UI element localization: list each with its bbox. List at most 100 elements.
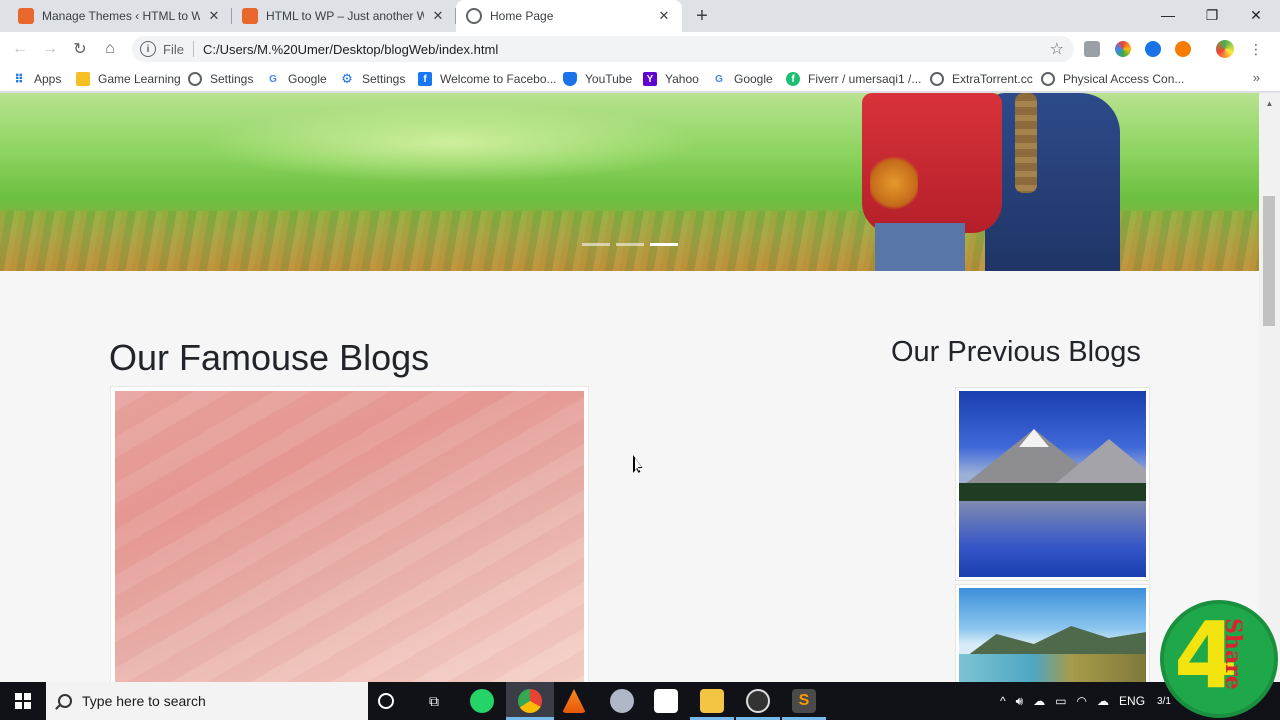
battery-icon[interactable]: ▭	[1055, 694, 1066, 708]
close-tab-icon[interactable]: ✕	[656, 8, 672, 24]
search-placeholder: Type here to search	[82, 693, 206, 709]
windows-logo-icon	[15, 693, 31, 709]
orange-extension-icon[interactable]	[1175, 41, 1191, 57]
system-tray: ^ 🔊︎ ☁ ▭ ◠ ☁ ENG 3/1	[1000, 682, 1171, 720]
browser-toolbar: ← → ↻ ⌂ i File C:/Users/M.%20Umer/Deskto…	[0, 32, 1280, 66]
bookmark-settings-gear[interactable]: ⚙ Settings	[340, 70, 405, 88]
vlc-icon[interactable]	[562, 689, 586, 713]
whatsapp-icon[interactable]	[470, 689, 494, 713]
bookmark-google[interactable]: G Google	[266, 70, 327, 88]
carousel-indicator[interactable]	[582, 243, 610, 246]
tab-strip: Manage Themes ‹ HTML to WP – ✕ HTML to W…	[0, 0, 1280, 32]
bookmark-settings-chrome[interactable]: Settings	[188, 70, 253, 88]
home-icon[interactable]: ⌂	[98, 37, 122, 61]
forward-arrow-icon[interactable]: →	[38, 37, 62, 61]
search-icon	[58, 694, 72, 708]
folder-icon	[76, 72, 90, 86]
page-scrollbar[interactable]: ▲ ▼	[1259, 93, 1280, 682]
carousel-indicator[interactable]	[616, 243, 644, 246]
channel-logo-watermark: 4 Share	[1160, 600, 1278, 718]
obs-icon[interactable]	[746, 689, 770, 713]
page-viewport: Our Famouse Blogs Our Previous Blogs ▲ ▼	[0, 93, 1280, 682]
cortana-icon[interactable]	[378, 693, 394, 709]
cloud-icon[interactable]: ☁	[1033, 694, 1045, 708]
hero-carousel[interactable]	[0, 93, 1259, 271]
carousel-indicator-active[interactable]	[650, 243, 678, 246]
scrollbar-thumb[interactable]	[1263, 196, 1275, 326]
chrome-settings-icon	[188, 72, 202, 86]
speaker-icon[interactable]: 🔊︎	[1016, 694, 1024, 709]
chrome-icon[interactable]	[518, 689, 542, 713]
bookmarks-overflow-button[interactable]: »	[1253, 70, 1260, 85]
blue-extension-icon[interactable]	[1145, 41, 1161, 57]
site-favicon-icon	[18, 8, 34, 24]
cloud-icon[interactable]: ☁	[1097, 694, 1109, 708]
color-extension-icon[interactable]	[1115, 41, 1131, 57]
close-window-button[interactable]: ✕	[1234, 0, 1278, 30]
bookmark-google-2[interactable]: G Google	[712, 70, 773, 88]
close-tab-icon[interactable]: ✕	[206, 8, 222, 24]
language-indicator[interactable]: ENG	[1119, 694, 1145, 708]
bookmark-yahoo[interactable]: Y Yahoo	[643, 70, 699, 88]
previous-blog-card[interactable]	[955, 584, 1150, 682]
bookmark-star-icon[interactable]: ☆	[1050, 39, 1064, 59]
bookmark-apps[interactable]: ⠿ Apps	[12, 70, 61, 88]
yahoo-icon: Y	[643, 72, 657, 86]
bookmark-label: ExtraTorrent.cc	[952, 72, 1033, 86]
fiverr-icon: f	[786, 72, 800, 86]
wifi-icon[interactable]: ◠	[1077, 694, 1087, 708]
carousel-indicators	[582, 243, 678, 246]
scroll-up-icon[interactable]: ▲	[1259, 95, 1280, 111]
google-icon: G	[715, 73, 723, 85]
address-bar[interactable]: i File C:/Users/M.%20Umer/Desktop/blogWe…	[132, 36, 1074, 62]
bookmark-facebook[interactable]: f Welcome to Facebo...	[418, 70, 557, 88]
chevron-up-icon[interactable]: ^	[1000, 694, 1006, 708]
info-icon[interactable]: i	[140, 41, 156, 57]
file-explorer-icon[interactable]	[700, 689, 724, 713]
bookmark-extratorrent[interactable]: ExtraTorrent.cc	[930, 70, 1033, 88]
camera-extension-icon[interactable]	[1084, 41, 1100, 57]
profile-avatar[interactable]	[1216, 40, 1234, 58]
tab-manage-themes[interactable]: Manage Themes ‹ HTML to WP – ✕	[8, 0, 232, 32]
globe-icon	[466, 8, 482, 24]
clock[interactable]: 3/1	[1157, 696, 1171, 707]
restore-button[interactable]: ❐	[1190, 0, 1234, 30]
famous-blogs-heading: Our Famouse Blogs	[109, 337, 430, 378]
menu-kebab-icon[interactable]: ⋮	[1244, 37, 1268, 61]
minimize-button[interactable]: —	[1146, 0, 1190, 30]
sublime-text-icon[interactable]: S	[792, 689, 816, 713]
windows-taskbar: Type here to search ⧉ S ^ 🔊︎ ☁ ▭ ◠ ☁ ENG…	[0, 682, 1280, 720]
bookmarks-bar: ⠿ Apps Game Learning Settings G Google ⚙…	[0, 66, 1280, 92]
featured-blog-image[interactable]	[115, 391, 584, 682]
bookmark-label: Settings	[362, 72, 406, 86]
tab-home-page[interactable]: Home Page ✕	[456, 0, 682, 32]
bookmark-youtube[interactable]: YouTube	[563, 70, 632, 88]
taskbar-search-box[interactable]: Type here to search	[46, 682, 368, 720]
facebook-icon: f	[418, 72, 432, 86]
back-arrow-icon[interactable]: ←	[8, 37, 32, 61]
previous-blog-image[interactable]	[959, 391, 1146, 577]
bookmark-game-learning[interactable]: Game Learning	[76, 70, 181, 88]
bookmark-label: Welcome to Facebo...	[440, 72, 557, 86]
bookmark-label: Physical Access Con...	[1063, 72, 1185, 86]
tab-title: Home Page	[490, 9, 554, 23]
featured-blog-card[interactable]	[110, 386, 589, 682]
gear-icon: ⚙	[341, 71, 353, 86]
task-view-icon[interactable]: ⧉	[422, 689, 446, 713]
bookmark-label: Fiverr / umersaqi1 /...	[808, 72, 922, 86]
paint-icon[interactable]	[610, 689, 634, 713]
shield-icon	[563, 72, 577, 86]
store-icon[interactable]	[654, 689, 678, 713]
reload-icon[interactable]: ↻	[68, 37, 92, 61]
new-tab-button[interactable]: +	[690, 4, 714, 28]
bookmark-fiverr[interactable]: f Fiverr / umersaqi1 /...	[786, 70, 921, 88]
previous-blog-card[interactable]	[955, 387, 1150, 581]
close-tab-icon[interactable]: ✕	[430, 8, 446, 24]
bookmark-label: Google	[288, 72, 327, 86]
url-text[interactable]: C:/Users/M.%20Umer/Desktop/blogWeb/index…	[203, 42, 498, 57]
start-button[interactable]	[0, 682, 46, 720]
bookmark-physical-access[interactable]: Physical Access Con...	[1041, 70, 1184, 88]
tab-html-to-wp[interactable]: HTML to WP – Just another Wor ✕	[232, 0, 456, 32]
previous-blog-image[interactable]	[959, 588, 1146, 682]
bookmark-label: Game Learning	[98, 72, 181, 86]
